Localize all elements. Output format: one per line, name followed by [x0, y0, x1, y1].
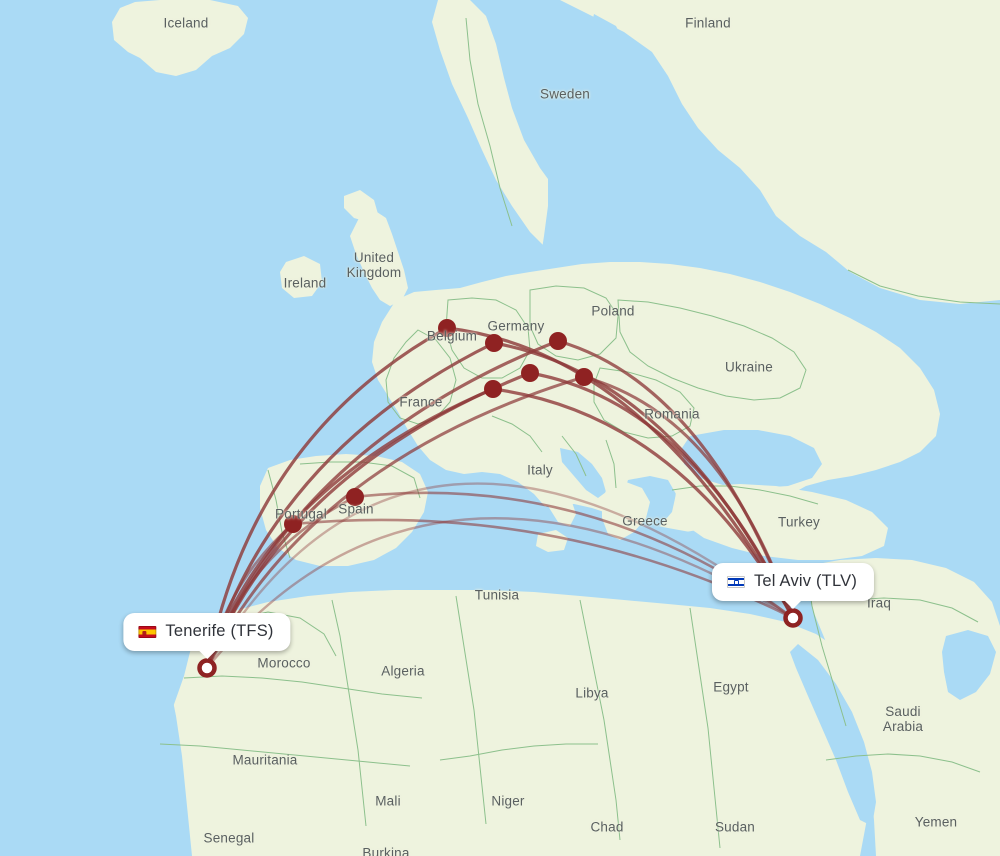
- waypoint-dot[interactable]: [484, 380, 502, 398]
- waypoint-group[interactable]: [284, 319, 593, 533]
- routes-layer: [205, 319, 795, 670]
- airport-callout-tfs[interactable]: Tenerife (TFS): [123, 613, 291, 659]
- waypoint-dot[interactable]: [346, 488, 364, 506]
- waypoint-dot[interactable]: [485, 334, 503, 352]
- airport-name-tfs: Tenerife (TFS): [165, 622, 274, 640]
- waypoint-dot[interactable]: [575, 368, 593, 386]
- waypoint-dot[interactable]: [549, 332, 567, 350]
- waypoint-dot[interactable]: [521, 364, 539, 382]
- spain-flag-icon: [138, 625, 157, 638]
- airport-callout-tlv[interactable]: Tel Aviv (TLV): [711, 563, 875, 609]
- route-direct-a: [205, 517, 795, 670]
- waypoint-dot[interactable]: [438, 319, 456, 337]
- israel-flag-icon: [726, 575, 745, 588]
- waypoint-dot[interactable]: [284, 515, 302, 533]
- flight-route-map[interactable]: .land{fill:#eef3de;} .water{fill:#aadaf5…: [0, 0, 1000, 856]
- route-direct-b: [205, 482, 795, 670]
- airport-name-tlv: Tel Aviv (TLV): [753, 572, 858, 590]
